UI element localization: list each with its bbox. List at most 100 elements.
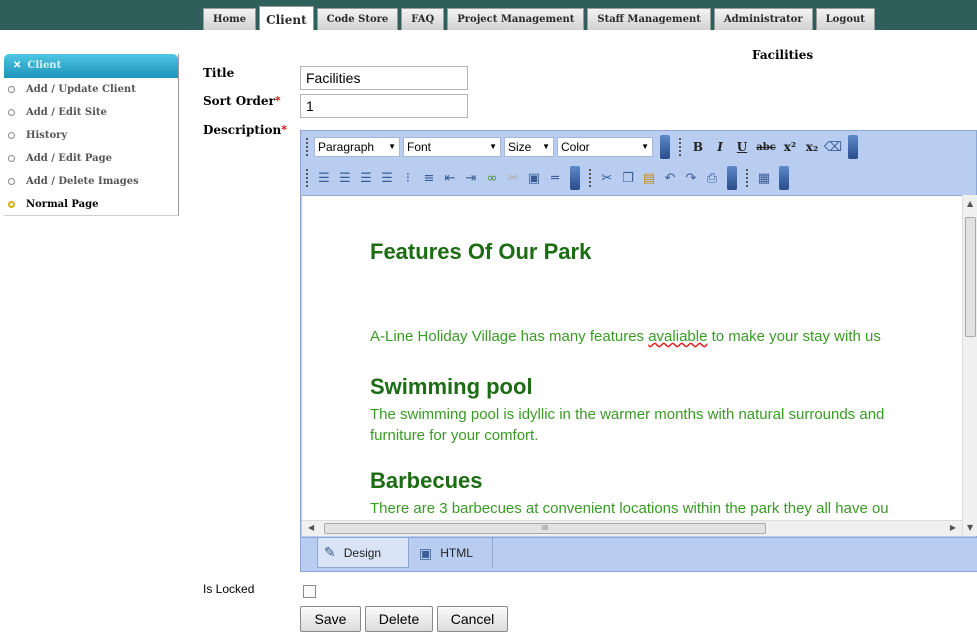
link-icon[interactable]: ∞ <box>482 169 502 187</box>
print-icon[interactable]: ⎙ <box>702 169 722 187</box>
description-label: Description* <box>203 123 287 137</box>
tab-design[interactable]: ✎ Design <box>317 538 409 568</box>
sidebar-item-history[interactable]: History <box>4 124 178 147</box>
page-title: Facilities <box>752 48 814 62</box>
sort-order-input[interactable] <box>300 94 468 118</box>
design-icon: ✎ <box>324 544 336 560</box>
rich-text-editor: Paragraph ▼ Font ▼ Size ▼ Color ▼ B I U abc … <box>300 130 977 572</box>
scroll-right-icon[interactable]: ▶ <box>950 523 956 532</box>
cancel-button[interactable]: Cancel <box>437 606 508 632</box>
dropdown-label: Size <box>508 140 532 154</box>
undo-icon[interactable]: ↶ <box>660 169 680 187</box>
tab-html-label: HTML <box>440 546 473 560</box>
nav-tabs: Home Client Code Store FAQ Project Manag… <box>203 6 878 30</box>
tab-administrator[interactable]: Administrator <box>713 8 813 30</box>
size-dropdown[interactable]: Size ▼ <box>504 137 554 157</box>
toolbar-grip[interactable] <box>306 169 310 187</box>
bullet-list-icon[interactable]: ⁝ <box>398 169 418 187</box>
scroll-down-icon[interactable]: ▼ <box>967 523 973 532</box>
title-label: Title <box>203 66 234 80</box>
sidebar-item-add-edit-site[interactable]: Add / Edit Site <box>4 101 178 124</box>
sidebar-item-normal-page[interactable]: Normal Page <box>4 193 178 216</box>
bullet-icon <box>8 201 15 208</box>
underline-button[interactable]: U <box>731 137 753 157</box>
tab-code-store[interactable]: Code Store <box>316 8 399 30</box>
indent-icon[interactable]: ⇥ <box>461 169 481 187</box>
italic-button[interactable]: I <box>709 137 731 157</box>
horizontal-scroll-thumb[interactable]: III <box>324 523 766 534</box>
misspelled-word: avaliable <box>648 328 708 345</box>
image-icon[interactable]: ▣ <box>524 169 544 187</box>
sidebar-item-add-edit-page[interactable]: Add / Edit Page <box>4 147 178 170</box>
chevron-down-icon: ▼ <box>641 142 649 151</box>
toolbar-grip[interactable] <box>679 138 683 156</box>
tab-design-label: Design <box>343 545 382 560</box>
sort-order-label: Sort Order* <box>203 94 281 108</box>
bullet-icon <box>8 132 15 139</box>
sidebar-header[interactable]: ✕ Client <box>4 54 178 78</box>
superscript-button[interactable]: x² <box>779 137 801 157</box>
eraser-icon[interactable]: ⌫ <box>823 138 843 156</box>
bullet-icon <box>8 86 15 93</box>
tab-project-management[interactable]: Project Management <box>447 8 585 30</box>
is-locked-checkbox[interactable] <box>303 585 316 598</box>
font-dropdown[interactable]: Font ▼ <box>403 137 501 157</box>
tab-client[interactable]: Client <box>259 6 314 30</box>
cut-icon[interactable]: ✂ <box>597 169 617 187</box>
horizontal-rule-icon[interactable]: ═ <box>545 169 565 187</box>
delete-button[interactable]: Delete <box>365 606 433 632</box>
align-justify-icon[interactable]: ☰ <box>377 169 397 187</box>
toolbar-end-icon[interactable] <box>570 166 580 190</box>
bullet-icon <box>8 109 15 116</box>
copy-icon[interactable]: ❐ <box>618 169 638 187</box>
unlink-icon[interactable]: ✂ <box>503 169 523 187</box>
content-pool-line2: furniture for your comfort. <box>370 427 539 444</box>
table-icon[interactable]: ▦ <box>754 169 774 187</box>
redo-icon[interactable]: ↷ <box>681 169 701 187</box>
content-heading-pool: Swimming pool <box>370 374 533 399</box>
tab-html[interactable]: ▣ HTML <box>413 538 493 568</box>
title-input[interactable] <box>300 66 468 90</box>
toolbar-end-icon[interactable] <box>779 166 789 190</box>
bold-button[interactable]: B <box>687 137 709 157</box>
bullet-icon <box>8 155 15 162</box>
strikethrough-button[interactable]: abc <box>753 137 779 157</box>
toolbar-end-icon[interactable] <box>727 166 737 190</box>
save-button[interactable]: Save <box>300 606 361 632</box>
required-mark: * <box>274 94 281 107</box>
editor-content-area[interactable]: Features Of Our Park A-Line Holiday Vill… <box>302 195 962 520</box>
toolbar-end-icon[interactable] <box>660 135 670 159</box>
vertical-scrollbar[interactable]: ▲ ▼ <box>962 195 977 536</box>
subscript-button[interactable]: x₂ <box>801 137 823 157</box>
scroll-up-icon[interactable]: ▲ <box>967 199 973 208</box>
chevron-down-icon: ▼ <box>542 142 550 151</box>
toolbar-grip[interactable] <box>746 169 750 187</box>
content-heading-bbq: Barbecues <box>370 468 483 493</box>
toolbar-grip[interactable] <box>306 138 310 156</box>
align-left-icon[interactable]: ☰ <box>314 169 334 187</box>
horizontal-scrollbar[interactable]: ◀ III ▶ <box>302 520 962 536</box>
editor-toolbar-top: Paragraph ▼ Font ▼ Size ▼ Color ▼ B I U abc … <box>301 132 977 162</box>
sidebar-item-add-delete-images[interactable]: Add / Delete Images <box>4 170 178 193</box>
outdent-icon[interactable]: ⇤ <box>440 169 460 187</box>
paragraph-dropdown[interactable]: Paragraph ▼ <box>314 137 400 157</box>
vertical-scroll-thumb[interactable] <box>965 217 976 337</box>
numbered-list-icon[interactable]: ≡ <box>419 169 439 187</box>
tab-staff-management[interactable]: Staff Management <box>587 8 711 30</box>
toolbar-end-icon[interactable] <box>848 135 858 159</box>
scroll-left-icon[interactable]: ◀ <box>308 523 314 532</box>
tab-faq[interactable]: FAQ <box>401 8 445 30</box>
close-icon[interactable]: ✕ <box>13 60 21 71</box>
tab-home[interactable]: Home <box>203 8 257 30</box>
align-center-icon[interactable]: ☰ <box>335 169 355 187</box>
editor-mode-bar: ✎ Design ▣ HTML <box>301 537 977 571</box>
sidebar-item-add-update-client[interactable]: Add / Update Client <box>4 78 178 101</box>
toolbar-grip[interactable] <box>589 169 593 187</box>
color-dropdown[interactable]: Color ▼ <box>557 137 653 157</box>
align-right-icon[interactable]: ☰ <box>356 169 376 187</box>
tab-logout[interactable]: Logout <box>815 8 875 30</box>
sidebar-item-label: History <box>26 130 68 141</box>
paste-icon[interactable]: ▤ <box>639 169 659 187</box>
chevron-down-icon: ▼ <box>388 142 396 151</box>
description-label-text: Description <box>203 123 282 137</box>
